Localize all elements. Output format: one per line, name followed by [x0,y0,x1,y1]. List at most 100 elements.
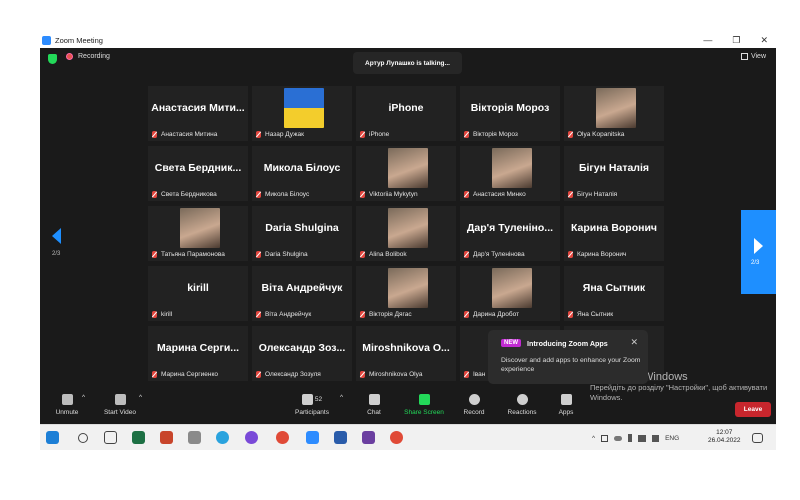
participant-tile[interactable]: Віта Андрейчук Віта Андрейчук [252,266,352,321]
save-app-icon[interactable] [362,431,375,444]
cloud-icon[interactable] [614,435,623,441]
start-video-button[interactable]: Start Video [100,394,140,416]
viber-icon[interactable] [245,431,258,444]
restore-button[interactable]: ❐ [732,35,740,46]
zoom-taskbar-icon[interactable] [306,431,319,444]
close-button[interactable]: ✕ [760,35,768,46]
participant-name-label: Дарина Дробот [464,311,519,318]
excel-icon[interactable] [132,431,145,444]
participant-name-label: Марина Сергиенко [152,371,218,378]
participant-tile[interactable]: kirill kirill [148,266,248,321]
participant-tile[interactable]: Карина Воронич Карина Воронич [564,206,664,261]
participant-tile[interactable]: Микола Білоус Микола Білоус [252,146,352,201]
notifications-icon[interactable] [752,433,763,443]
shield-icon[interactable] [48,54,57,64]
date-label: 26.04.2022 [708,437,741,444]
powerpoint-icon[interactable] [160,431,173,444]
phone-app-icon[interactable] [188,431,201,444]
participant-name-label: Alina Bolibok [360,251,407,258]
audio-options-caret[interactable]: ^ [82,394,85,401]
muted-mic-icon [360,371,365,378]
participant-name: Анастасия Митина [161,131,218,138]
participant-tile[interactable]: Miroshnikova O... Miroshnikova Olya [356,326,456,381]
chrome-icon[interactable] [276,431,289,444]
reactions-icon [516,394,528,405]
participant-display-name: Daria Shulgina [265,222,339,234]
participant-tile[interactable]: Вікторія Мороз Вікторія Мороз [460,86,560,141]
reactions-label: Reactions [507,409,537,416]
participant-tile[interactable]: iPhone iPhone [356,86,456,141]
participant-tile[interactable]: Олександр Зоз... Олександр Зозуля [252,326,352,381]
muted-mic-icon [464,311,469,318]
participant-tile[interactable]: Яна Сытник Яна Сытник [564,266,664,321]
participant-tile[interactable]: Татьяна Парамонова [148,206,248,261]
participant-tile[interactable]: Бігун Наталія Бігун Наталія [564,146,664,201]
minimize-button[interactable]: — [703,35,712,45]
record-button[interactable]: Record [460,394,488,416]
participant-photo [388,148,428,188]
clock[interactable]: 12:07 26.04.2022 [708,429,741,445]
video-options-caret[interactable]: ^ [139,394,142,401]
view-button[interactable]: View [740,53,766,60]
muted-mic-icon [360,311,365,318]
record-label: Record [463,409,485,416]
participant-name-label: Viktoriia Mykytyn [360,191,418,198]
leave-button[interactable]: Leave [735,402,771,417]
next-page-button[interactable]: 2/3 [741,210,776,294]
participant-tile[interactable]: Alina Bolibok [356,206,456,261]
tray-caret[interactable]: ^ [592,435,595,442]
reactions-button[interactable]: Reactions [504,394,540,416]
participant-name-label: Miroshnikova Olya [360,371,422,378]
share-screen-button[interactable]: Share Screen [402,394,446,416]
participant-name-label: Олександр Зозуля [256,371,321,378]
participant-name-label: Бігун Наталія [568,191,617,198]
participant-photo [388,208,428,248]
participant-tile[interactable]: Назар Дужак [252,86,352,141]
participants-options-caret[interactable]: ^ [340,394,343,401]
participant-tile[interactable]: Анастасия Минко [460,146,560,201]
participant-tile[interactable]: Анастасия Мити... Анастасия Митина [148,86,248,141]
participant-name-label: Вікторія Дягас [360,311,412,318]
grid-icon [740,53,748,60]
muted-mic-icon [464,251,469,258]
participant-tile[interactable]: Дар'я Туленіно... Дар'я Туленінова [460,206,560,261]
active-speaker-banner: Артур Лупашко is talking... [353,52,462,74]
recording-indicator[interactable]: Recording [66,53,110,60]
previous-page-arrow-icon[interactable] [52,228,61,244]
participant-name-label: Света Бердникова [152,191,217,198]
language-indicator[interactable]: ENG [665,435,679,442]
apps-icon [560,394,572,405]
chat-label: Chat [367,409,381,416]
chat-button[interactable]: Chat [360,394,388,416]
participant-display-name: Света Бердник... [154,162,242,174]
participant-tile[interactable]: Daria Shulgina Daria Shulgina [252,206,352,261]
usb-icon[interactable] [628,434,633,442]
participant-photo [180,208,220,248]
participant-tile[interactable]: Olya Kopanitska [564,86,664,141]
participants-button[interactable]: 52 Participants [292,394,332,416]
search-icon[interactable] [78,433,88,443]
participant-tile[interactable]: Света Бердник... Света Бердникова [148,146,248,201]
windows-start-icon[interactable] [46,431,59,444]
task-view-icon[interactable] [104,431,117,444]
chrome-icon-2[interactable] [390,431,403,444]
wifi-icon[interactable] [638,434,647,442]
word-icon[interactable] [334,431,347,444]
popup-close-button[interactable]: ✕ [630,337,638,348]
participant-name: Дар'я Туленінова [473,251,525,258]
telegram-icon[interactable] [216,431,229,444]
participant-photo [388,268,428,308]
unmute-button[interactable]: Unmute [54,394,80,416]
start-video-label: Start Video [103,409,137,416]
participant-tile[interactable]: Вікторія Дягас [356,266,456,321]
time-label: 12:07 [716,429,733,436]
participant-tile[interactable]: Viktoriia Mykytyn [356,146,456,201]
participant-tile[interactable]: Дарина Дробот [460,266,560,321]
participant-name: Іван [473,371,486,378]
apps-button[interactable]: Apps [554,394,578,416]
participant-name: iPhone [369,131,390,138]
participant-tile[interactable]: Марина Серги... Марина Сергиенко [148,326,248,381]
network-icon[interactable] [601,434,609,442]
participant-name: Назар Дужак [265,131,304,138]
volume-icon[interactable] [652,434,660,442]
